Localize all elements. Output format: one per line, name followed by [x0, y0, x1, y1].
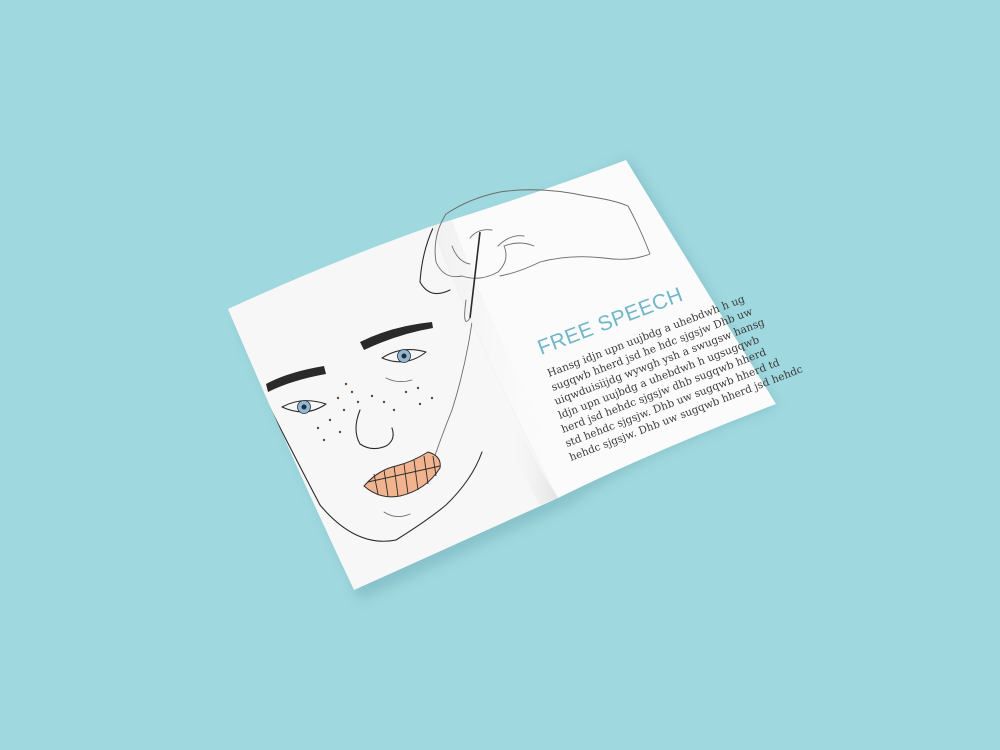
magazine-mockup-scene: FREE SPEECH Hansg idjn upn uujbdg a uheb…	[228, 160, 805, 600]
